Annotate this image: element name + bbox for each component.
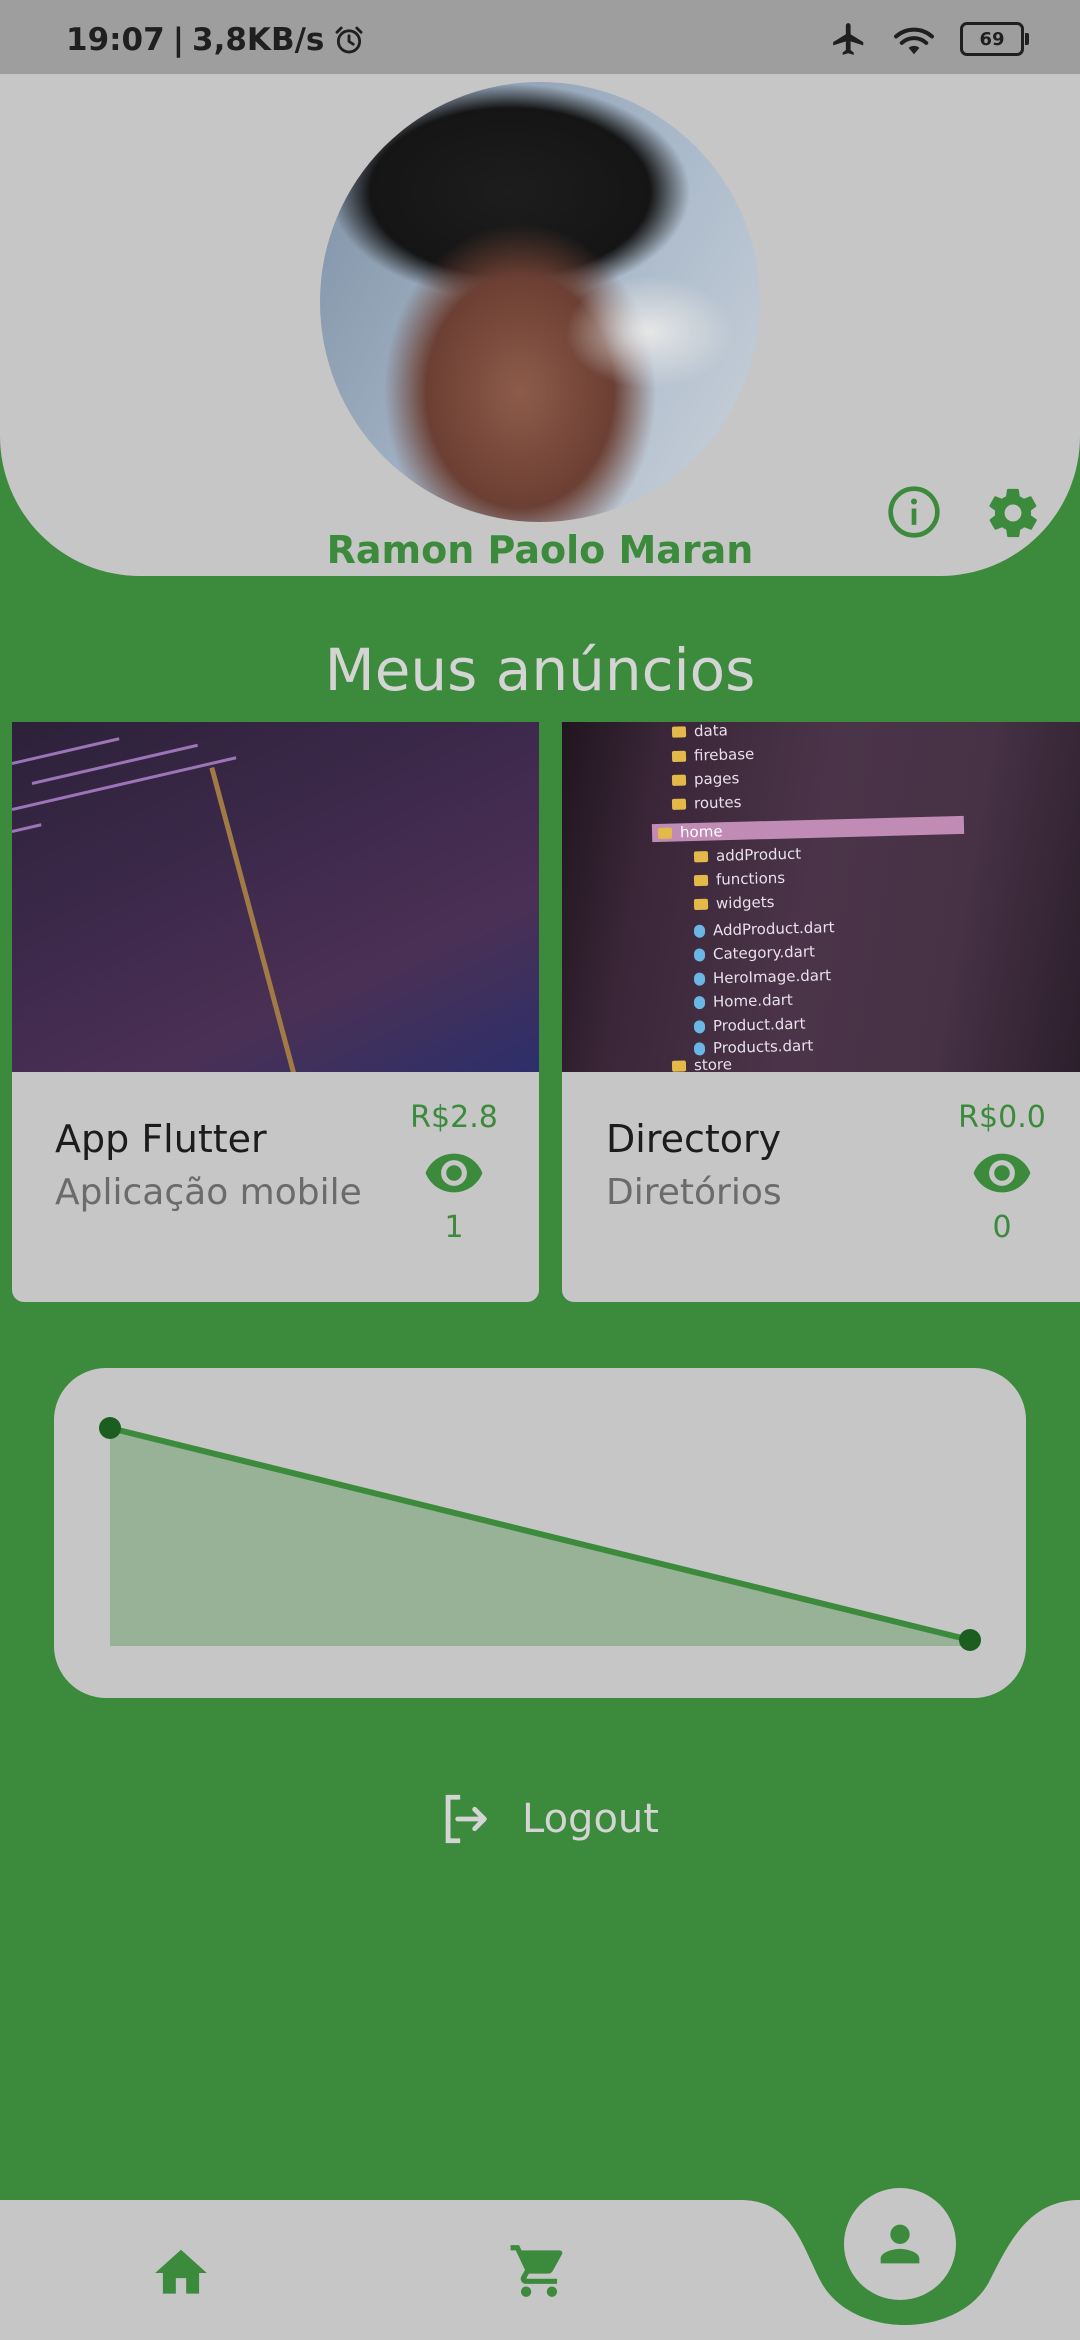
status-separator: | xyxy=(172,22,185,58)
eye-icon xyxy=(425,1153,483,1193)
tree-item: AddProduct.dart xyxy=(694,918,835,940)
product-card[interactable]: App Flutter Aplicação mobile R$2.8 1 xyxy=(12,722,539,1302)
cable-line xyxy=(209,766,300,1072)
tree-item: firebase xyxy=(672,745,755,765)
logout-button[interactable]: Logout xyxy=(436,1790,659,1848)
tree-item: pages xyxy=(672,769,740,789)
logout-icon xyxy=(445,1794,487,1844)
alarm-icon xyxy=(335,26,363,54)
battery-level: 69 xyxy=(979,28,1005,50)
profile-name: Ramon Paolo Maran xyxy=(326,528,754,572)
status-right: 69 xyxy=(830,20,1029,58)
product-price: R$2.8 xyxy=(410,1100,498,1135)
status-bar: 19:07 | 3,8KB/s 69 xyxy=(0,0,1080,74)
views-chart-card xyxy=(54,1368,1026,1698)
code-line xyxy=(12,756,237,811)
chart-point xyxy=(959,1629,981,1651)
tree-item: home xyxy=(651,815,965,843)
status-time: 19:07 xyxy=(66,22,165,58)
code-line xyxy=(12,737,120,765)
logout-label: Logout xyxy=(522,1796,659,1842)
tree-item: HeroImage.dart xyxy=(694,966,831,988)
airplane-icon xyxy=(833,23,864,55)
tree-item: routes xyxy=(672,793,742,813)
product-price: R$0.0 xyxy=(958,1100,1046,1135)
person-icon xyxy=(880,2224,920,2264)
product-views: 1 xyxy=(444,1210,464,1245)
views-chart xyxy=(99,1417,981,1651)
product-views: 0 xyxy=(992,1210,1012,1245)
tree-item: addProduct xyxy=(694,845,802,866)
status-left: 19:07 | 3,8KB/s xyxy=(66,22,366,58)
tree-item: widgets xyxy=(694,893,775,913)
status-network-speed: 3,8KB/s xyxy=(192,22,325,58)
chart-point xyxy=(99,1417,121,1439)
tree-item: Products.dart xyxy=(694,1036,814,1057)
tree-item: Product.dart xyxy=(694,1015,806,1036)
tree-item: data xyxy=(672,722,728,741)
cart-icon[interactable] xyxy=(508,2240,570,2302)
product-subtitle: Diretórios xyxy=(606,1172,782,1213)
tree-item: Home.dart xyxy=(694,991,793,1012)
section-title: Meus anúncios xyxy=(324,636,756,704)
product-subtitle: Aplicação mobile xyxy=(55,1172,362,1213)
tree-item: Category.dart xyxy=(694,942,815,963)
wifi-icon xyxy=(894,27,934,55)
home-icon[interactable] xyxy=(150,2242,212,2304)
product-title: App Flutter xyxy=(55,1117,267,1161)
code-line xyxy=(12,823,42,833)
product-image: data firebase pages routes home addProdu… xyxy=(562,722,1080,1072)
eye-icon xyxy=(973,1153,1031,1193)
tree-item: functions xyxy=(694,869,786,889)
code-line xyxy=(31,743,198,785)
avatar[interactable] xyxy=(320,82,760,522)
product-card[interactable]: data firebase pages routes home addProdu… xyxy=(562,722,1080,1302)
battery-icon: 69 xyxy=(960,22,1029,56)
profile-nav-button[interactable] xyxy=(844,2188,956,2300)
product-title: Directory xyxy=(606,1117,782,1161)
tree-item: store xyxy=(672,1055,732,1072)
product-image xyxy=(12,722,539,1072)
